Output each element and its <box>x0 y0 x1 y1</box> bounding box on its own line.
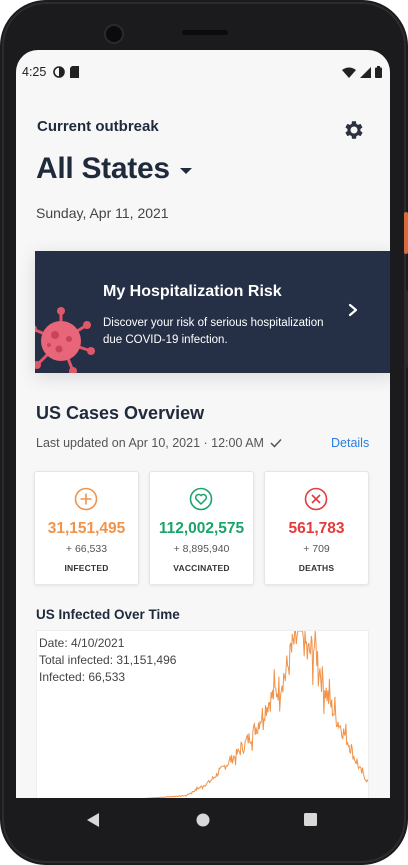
state-selector[interactable]: All States <box>36 152 192 186</box>
hospitalization-risk-card[interactable]: My Hospitalization Risk Discover your ri… <box>35 251 390 373</box>
current-date: Sunday, Apr 11, 2021 <box>36 205 169 221</box>
heart-circle-icon <box>189 487 213 511</box>
stat-card-deaths[interactable]: 561,783 + 709 DEATHS <box>264 471 369 585</box>
plus-circle-icon <box>74 487 98 511</box>
check-icon <box>270 438 282 448</box>
last-updated-text: Last updated on Apr 10, 2021 · 12:00 AM <box>36 436 264 450</box>
risk-card-title: My Hospitalization Risk <box>103 283 282 300</box>
infected-delta: + 66,533 <box>65 543 108 555</box>
wifi-icon <box>342 67 356 78</box>
vaccinated-value: 112,002,575 <box>158 520 245 537</box>
chevron-down-icon <box>179 168 192 174</box>
back-icon[interactable] <box>86 812 100 828</box>
status-bar: 4:25 <box>16 50 390 94</box>
chevron-right-icon <box>348 303 358 317</box>
chart-tooltip: Date: 4/10/2021 Total infected: 31,151,4… <box>39 635 176 686</box>
deaths-label: DEATHS <box>298 563 335 573</box>
signal-icon <box>360 66 371 78</box>
chart-tooltip-date: Date: 4/10/2021 <box>39 636 125 650</box>
x-circle-icon <box>304 487 328 511</box>
details-link[interactable]: Details <box>331 436 369 450</box>
home-icon[interactable] <box>196 813 210 827</box>
volume-button <box>404 290 408 368</box>
chart-tooltip-total: Total infected: 31,151,496 <box>39 653 177 667</box>
system-nav-bar <box>16 798 390 843</box>
infected-label: INFECTED <box>64 563 109 573</box>
deaths-value: 561,783 <box>288 520 345 537</box>
risk-card-description: Discover your risk of serious hospitaliz… <box>103 317 324 346</box>
page-subtitle: Current outbreak <box>37 118 159 135</box>
front-camera <box>104 24 124 44</box>
chart-tooltip-infected: Infected: 66,533 <box>39 670 126 684</box>
settings-gear-icon[interactable] <box>342 118 366 142</box>
earpiece-speaker <box>182 30 228 35</box>
infected-value: 31,151,495 <box>47 520 126 537</box>
sd-card-icon <box>70 66 80 78</box>
section-title-overview: US Cases Overview <box>36 403 205 423</box>
power-button <box>404 212 408 254</box>
phone-frame: 4:25 Current outbreak All States Sunday,… <box>0 0 408 865</box>
stat-card-vaccinated[interactable]: 112,002,575 + 8,895,940 VACCINATED <box>149 471 254 585</box>
virus-icon <box>35 307 95 373</box>
app-screen: 4:25 Current outbreak All States Sunday,… <box>16 50 390 798</box>
chart-title: US Infected Over Time <box>36 607 180 622</box>
status-time: 4:25 <box>22 65 47 79</box>
vaccinated-delta: + 8,895,940 <box>173 543 230 555</box>
last-updated: Last updated on Apr 10, 2021 · 12:00 AM <box>36 436 282 450</box>
recents-icon[interactable] <box>304 813 317 826</box>
vaccinated-label: VACCINATED <box>173 563 230 573</box>
infected-chart[interactable]: Date: 4/10/2021 Total infected: 31,151,4… <box>36 630 369 798</box>
stat-card-infected[interactable]: 31,151,495 + 66,533 INFECTED <box>34 471 139 585</box>
data-saver-icon <box>53 66 66 78</box>
state-name: All States <box>36 152 170 185</box>
battery-icon <box>375 66 382 78</box>
deaths-delta: + 709 <box>303 543 330 555</box>
